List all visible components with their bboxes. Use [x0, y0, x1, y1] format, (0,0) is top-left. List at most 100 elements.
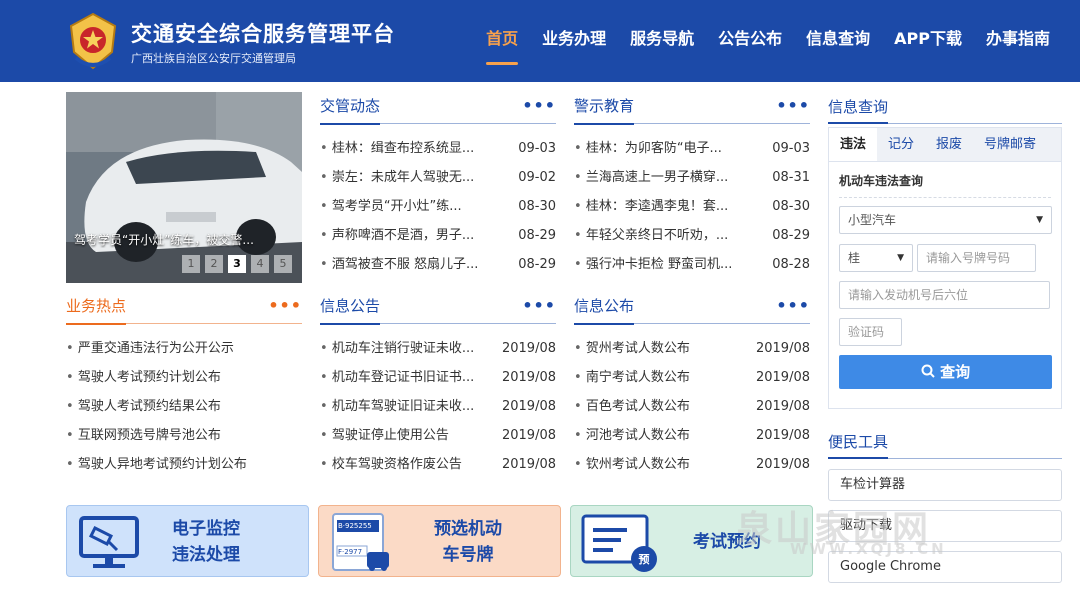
tile-label: 电子监控 违法处理 — [172, 519, 240, 565]
list-item[interactable]: 机动车驾驶证旧证未收...2019/08 — [320, 392, 556, 421]
nav-app-download[interactable]: APP下载 — [882, 0, 974, 82]
list-item[interactable]: 兰海高速上一男子横穿...08-31 — [574, 163, 810, 192]
exam-badge: 预 — [638, 553, 650, 566]
nav-home[interactable]: 首页 — [474, 0, 530, 82]
site-header: 交通安全综合服务管理平台 广西壮族自治区公安厅交通管理局 首页 业务办理 服务导… — [0, 0, 1080, 82]
nav-guide[interactable]: 办事指南 — [974, 0, 1062, 82]
province-select[interactable]: 桂 ▼ — [839, 244, 913, 272]
list-item[interactable]: 酒驾被查不服 怒扇儿子...08-29 — [320, 250, 556, 279]
panel-info-notice: 信息公告 ••• 机动车注销行驶证未收...2019/08 机动车登记证书旧证书… — [320, 292, 556, 479]
list-item[interactable]: 百色考试人数公布2019/08 — [574, 392, 810, 421]
plate-number-input[interactable]: 请输入号牌号码 — [917, 244, 1036, 272]
list-item[interactable]: 桂林：缉查布控系统显...09-03 — [320, 134, 556, 163]
tool-inspection-calculator[interactable]: 车检计算器 — [828, 469, 1062, 501]
tile-label: 预选机动 车号牌 — [434, 519, 502, 565]
list-item[interactable]: 机动车登记证书旧证书...2019/08 — [320, 363, 556, 392]
vehicle-type-select[interactable]: 小型汽车 ▼ — [839, 206, 1052, 234]
list-item[interactable]: 强行冲卡拒检 野蛮司机...08-28 — [574, 250, 810, 279]
more-button[interactable]: ••• — [522, 96, 556, 115]
search-icon — [921, 364, 935, 378]
electronic-monitor-tile[interactable]: 电子监控 违法处理 — [66, 505, 309, 577]
list-item[interactable]: 驾驶人考试预约计划公布 — [66, 363, 302, 392]
list-item[interactable]: 互联网预选号牌号池公布 — [66, 421, 302, 450]
list-item[interactable]: 驾驶人异地考试预约计划公布 — [66, 450, 302, 479]
list-item[interactable]: 驾驶人考试预约结果公布 — [66, 392, 302, 421]
monitor-icon — [79, 516, 139, 568]
list-item[interactable]: 河池考试人数公布2019/08 — [574, 421, 810, 450]
panel-title: 警示教育 — [574, 95, 635, 125]
exam-booking-tile[interactable]: 预 考试预约 — [570, 505, 813, 577]
panel-title: 业务热点 — [66, 295, 127, 325]
news-carousel[interactable]: 驾考学员“开小灶”练车，被交警... 1 2 3 4 5 — [66, 92, 302, 283]
tool-google-chrome[interactable]: Google Chrome — [828, 551, 1062, 583]
list-item[interactable]: 桂林：为卯客防“电子...09-03 — [574, 134, 810, 163]
list-item[interactable]: 机动车注销行驶证未收...2019/08 — [320, 334, 556, 363]
more-button[interactable]: ••• — [776, 96, 810, 115]
carousel-dot-4[interactable]: 4 — [251, 255, 269, 273]
list-item[interactable]: 桂林：李逵遇李鬼！套...08-30 — [574, 192, 810, 221]
engine-number-input[interactable]: 请输入发动机号后六位 — [839, 281, 1050, 309]
info-query-panel: 违法 记分 报废 号牌邮寄 机动车违法查询 小型汽车 ▼ 桂 ▼ 请输入号牌号码… — [828, 127, 1062, 409]
panel-title: 交管动态 — [320, 95, 381, 125]
tab-scrap[interactable]: 报废 — [925, 128, 973, 161]
dropdown-arrow-icon: ▼ — [1036, 215, 1043, 225]
carousel-dot-5[interactable]: 5 — [274, 255, 292, 273]
tab-plate-mail[interactable]: 号牌邮寄 — [973, 128, 1047, 161]
more-button[interactable]: ••• — [776, 296, 810, 315]
nav-info-query[interactable]: 信息查询 — [794, 0, 882, 82]
tools-header: 便民工具 — [828, 427, 1062, 459]
tools-title: 便民工具 — [828, 427, 889, 459]
dropdown-arrow-icon: ▼ — [897, 253, 904, 263]
list-item[interactable]: 贺州考试人数公布2019/08 — [574, 334, 810, 363]
nav-business[interactable]: 业务办理 — [530, 0, 618, 82]
news-list: 桂林：为卯客防“电子...09-03 兰海高速上一男子横穿...08-31 桂林… — [574, 134, 810, 279]
panel-header: 信息公告 ••• — [320, 292, 556, 325]
panel-header: 业务热点 ••• — [66, 292, 302, 325]
site-subtitle: 广西壮族自治区公安厅交通管理局 — [131, 52, 296, 65]
hot-list: 严重交通违法行为公开公示 驾驶人考试预约计划公布 驾驶人考试预约结果公布 互联网… — [66, 334, 302, 479]
plate-preselect-tile[interactable]: B·925255 F·2977 预选机动 车号牌 — [318, 505, 561, 577]
plate-sample-b: F·2977 — [338, 548, 363, 556]
panel-info-publish: 信息公布 ••• 贺州考试人数公布2019/08 南宁考试人数公布2019/08… — [574, 292, 810, 479]
panel-title: 信息公布 — [574, 295, 635, 325]
tile-label: 考试预约 — [693, 532, 761, 552]
panel-header: 警示教育 ••• — [574, 92, 810, 125]
query-button[interactable]: 查询 — [839, 355, 1052, 389]
list-item[interactable]: 校车驾驶资格作废公告2019/08 — [320, 450, 556, 479]
panel-business-hot: 业务热点 ••• 严重交通违法行为公开公示 驾驶人考试预约计划公布 驾驶人考试预… — [66, 292, 302, 479]
list-item[interactable]: 钦州考试人数公布2019/08 — [574, 450, 810, 479]
carousel-dot-3[interactable]: 3 — [228, 255, 246, 273]
info-query-header: 信息查询 — [828, 92, 1062, 124]
panel-header: 信息公布 ••• — [574, 292, 810, 325]
carousel-dot-1[interactable]: 1 — [182, 255, 200, 273]
list-item[interactable]: 严重交通违法行为公开公示 — [66, 334, 302, 363]
carousel-dot-2[interactable]: 2 — [205, 255, 223, 273]
nav-announcements[interactable]: 公告公布 — [706, 0, 794, 82]
list-item[interactable]: 驾驶证停止使用公告2019/08 — [320, 421, 556, 450]
tool-driver-download[interactable]: 驱动下载 — [828, 510, 1062, 542]
panel-traffic-news: 交管动态 ••• 桂林：缉查布控系统显...09-03 崇左：未成年人驾驶无..… — [320, 92, 556, 279]
list-item[interactable]: 崇左：未成年人驾驶无...09-02 — [320, 163, 556, 192]
panel-title: 信息公告 — [320, 295, 381, 325]
tab-points[interactable]: 记分 — [877, 128, 925, 161]
more-button[interactable]: ••• — [268, 296, 302, 315]
panel-header: 交管动态 ••• — [320, 92, 556, 125]
nav-service-guide[interactable]: 服务导航 — [618, 0, 706, 82]
list-item[interactable]: 南宁考试人数公布2019/08 — [574, 363, 810, 392]
list-item[interactable]: 声称啤酒不是酒，男子...08-29 — [320, 221, 556, 250]
carousel-caption[interactable]: 驾考学员“开小灶”练车，被交警... — [66, 231, 302, 248]
tab-violation[interactable]: 违法 — [829, 128, 878, 161]
notice-list: 机动车注销行驶证未收...2019/08 机动车登记证书旧证书...2019/0… — [320, 334, 556, 479]
carousel-pager: 1 2 3 4 5 — [182, 255, 292, 273]
police-emblem-icon[interactable] — [66, 12, 120, 72]
captcha-input[interactable]: 验证码 — [839, 318, 902, 346]
more-button[interactable]: ••• — [522, 296, 556, 315]
site-title: 交通安全综合服务管理平台 — [131, 22, 395, 46]
publish-list: 贺州考试人数公布2019/08 南宁考试人数公布2019/08 百色考试人数公布… — [574, 334, 810, 479]
news-list: 桂林：缉查布控系统显...09-03 崇左：未成年人驾驶无...09-02 驾考… — [320, 134, 556, 279]
info-query-title: 信息查询 — [828, 92, 889, 124]
query-subtitle: 机动车违法查询 — [839, 172, 1051, 198]
list-item[interactable]: 驾考学员“开小灶”练...08-30 — [320, 192, 556, 221]
query-tabs: 违法 记分 报废 号牌邮寄 — [829, 128, 1061, 162]
list-item[interactable]: 年轻父亲终日不听劝，...08-29 — [574, 221, 810, 250]
